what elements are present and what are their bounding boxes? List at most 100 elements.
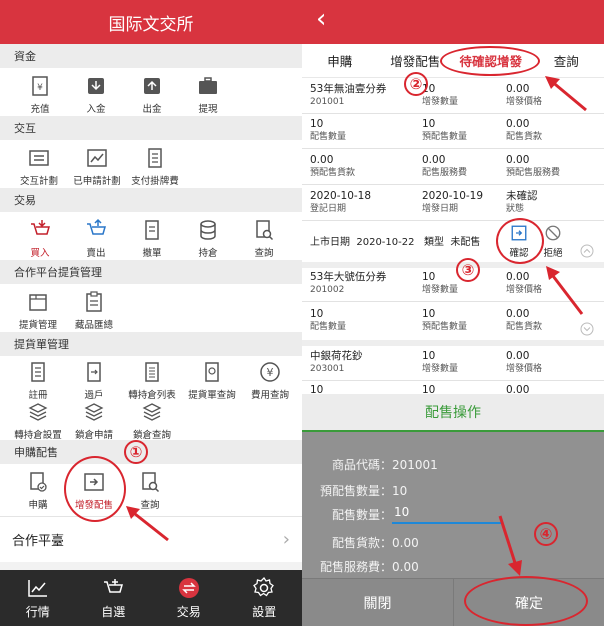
lock-layers-icon <box>84 403 104 421</box>
cash-out-item[interactable]: 提現 <box>182 74 234 115</box>
annotation-arrow <box>546 266 584 315</box>
expand-down-icon[interactable] <box>580 322 594 336</box>
section-bill-title: 提貨單管理 <box>0 332 302 356</box>
confirm-button[interactable]: 確認 <box>504 224 534 259</box>
item3-name: 中銀荷花鈔 203001 <box>310 350 363 374</box>
collapse-up-icon[interactable] <box>580 244 594 258</box>
reject-label: 拒絕 <box>543 248 563 259</box>
lock-apply-item[interactable]: 鎖倉申請 <box>66 400 122 441</box>
confirm-label: 確認 <box>509 248 529 259</box>
recharge-item[interactable]: ¥ 充值 <box>14 74 66 115</box>
applied-plan-item[interactable]: 已申請計劃 <box>68 146 126 187</box>
back-arrow-icon[interactable]: ‹ <box>316 4 326 34</box>
chevron-right-icon: › <box>282 529 290 550</box>
tab-favorites-label: 自選 <box>101 605 126 619</box>
cancel-order-item[interactable]: 撤單 <box>126 218 178 259</box>
buy-item[interactable]: 買入 <box>14 218 66 259</box>
collection-summary-item[interactable]: 藏品匯總 <box>68 290 120 331</box>
section-funds-title: 資金 <box>0 44 302 68</box>
subscribe-icon <box>30 472 47 492</box>
section-bill: 註冊 過戶 轉持倉列表 提貨單查詢 ¥ 費用查詢 轉持倉設置 鎖倉申請 鎖倉查詢 <box>0 356 302 441</box>
buy-label: 買入 <box>30 248 50 259</box>
withdraw-item[interactable]: 出金 <box>126 74 178 115</box>
tab-placement[interactable]: 增發配售 <box>378 51 454 70</box>
subscribe-item[interactable]: 申購 <box>12 470 64 511</box>
placement-item[interactable]: 增發配售 <box>68 470 120 511</box>
tab-trade[interactable]: 交易 <box>151 570 227 626</box>
confirm-ok-button[interactable]: 確定 <box>453 578 604 626</box>
cancel-order-icon <box>145 220 159 240</box>
item1-list-date-row: 上市日期 2020-10-22 類型 未配售 <box>310 237 481 248</box>
tab-query[interactable]: 查詢 <box>529 51 604 70</box>
tab-pending-confirm[interactable]: 待確認增發 <box>453 51 529 70</box>
transfer-icon <box>87 362 101 382</box>
reject-icon <box>545 225 561 241</box>
trade-query-item[interactable]: 查詢 <box>238 218 290 259</box>
exchange-plan-label: 交互計劃 <box>19 176 58 187</box>
app-title: 国际文交所 <box>0 0 302 44</box>
fee-query-label: 費用查詢 <box>250 390 289 401</box>
tab-settings[interactable]: 設置 <box>227 570 303 626</box>
dialog-title: 配售操作 <box>302 394 604 432</box>
deposit-icon <box>88 78 104 94</box>
deposit-label: 入金 <box>86 104 106 115</box>
position-settings-item[interactable]: 轉持倉設置 <box>6 400 70 441</box>
tab-market[interactable]: 行情 <box>0 570 76 626</box>
annotation-arrow <box>545 76 587 112</box>
listing-fee-item[interactable]: 支付掛牌費 <box>124 146 186 187</box>
exchange-plan-item[interactable]: 交互計劃 <box>10 146 68 187</box>
quantity-input[interactable]: 10 <box>392 502 502 524</box>
lock-query-item[interactable]: 鎖倉查詢 <box>124 400 180 441</box>
withdraw-icon <box>144 78 160 94</box>
query-icon <box>256 220 274 241</box>
item1-name: 53年無油壹分券 201001 <box>310 83 387 107</box>
item3-add-price: 0.00 增發價格 <box>506 350 543 374</box>
position-label: 持倉 <box>198 248 218 259</box>
line-chart-icon <box>28 580 47 597</box>
gear-icon <box>253 576 275 597</box>
tab-subscribe[interactable]: 申購 <box>302 51 378 70</box>
database-icon <box>200 220 216 240</box>
field-service-fee: 配售服務費：0.00 <box>319 560 419 574</box>
section-platform-title: 合作平台提貨管理 <box>0 260 302 284</box>
position-item[interactable]: 持倉 <box>182 218 234 259</box>
fee-query-item[interactable]: ¥ 費用查詢 <box>242 360 298 401</box>
item1-qty: 10 配售數量 <box>310 118 347 142</box>
reject-button[interactable]: 拒絕 <box>538 224 568 259</box>
subscribe-query-icon <box>142 472 160 493</box>
card-gap <box>302 340 604 346</box>
bill-query-item[interactable]: 提貨單查詢 <box>182 360 242 401</box>
bottom-tab-bar: 行情 自選 交易 設置 <box>0 570 302 626</box>
listing-fee-label: 支付掛牌費 <box>131 176 179 187</box>
recharge-icon: ¥ <box>32 76 48 96</box>
item2-add-price: 0.00 增發價格 <box>506 271 543 295</box>
register-item[interactable]: 註冊 <box>12 360 64 401</box>
lock-query-icon <box>142 403 162 421</box>
item1-add-date: 2020-10-19 增發日期 <box>422 190 484 214</box>
deposit-item[interactable]: 入金 <box>70 74 122 115</box>
close-button[interactable]: 關閉 <box>302 578 453 626</box>
item1-status: 未確認 狀態 <box>506 190 538 214</box>
tab-favorites[interactable]: 自選 <box>76 570 152 626</box>
recharge-label: 充值 <box>30 104 50 115</box>
transfer-item[interactable]: 過戶 <box>68 360 120 401</box>
list-icon <box>145 362 159 382</box>
pickup-manage-item[interactable]: 提貨管理 <box>12 290 64 331</box>
cash-out-label: 提現 <box>198 104 218 115</box>
item2-add-qty: 10 增發數量 <box>422 271 459 295</box>
section-platform: 提貨管理 藏品匯總 <box>0 284 302 332</box>
box-icon <box>29 294 47 311</box>
tab-trade-label: 交易 <box>176 605 201 619</box>
position-list-item[interactable]: 轉持倉列表 <box>122 360 182 401</box>
row-divider <box>302 380 604 381</box>
section-funds: ¥ 充值 入金 出金 提現 <box>0 68 302 116</box>
item2-payment: 0.00 配售貨款 <box>506 308 543 332</box>
section-exchange-title: 交互 <box>0 116 302 140</box>
item1-add-price: 0.00 增發價格 <box>506 83 543 107</box>
item1-pre-qty: 10 預配售數量 <box>422 118 468 142</box>
tab-settings-label: 設置 <box>252 605 277 619</box>
sell-item[interactable]: 賣出 <box>70 218 122 259</box>
item2-qty: 10 配售數量 <box>310 308 347 332</box>
register-icon <box>31 362 45 382</box>
row-divider <box>302 184 604 185</box>
